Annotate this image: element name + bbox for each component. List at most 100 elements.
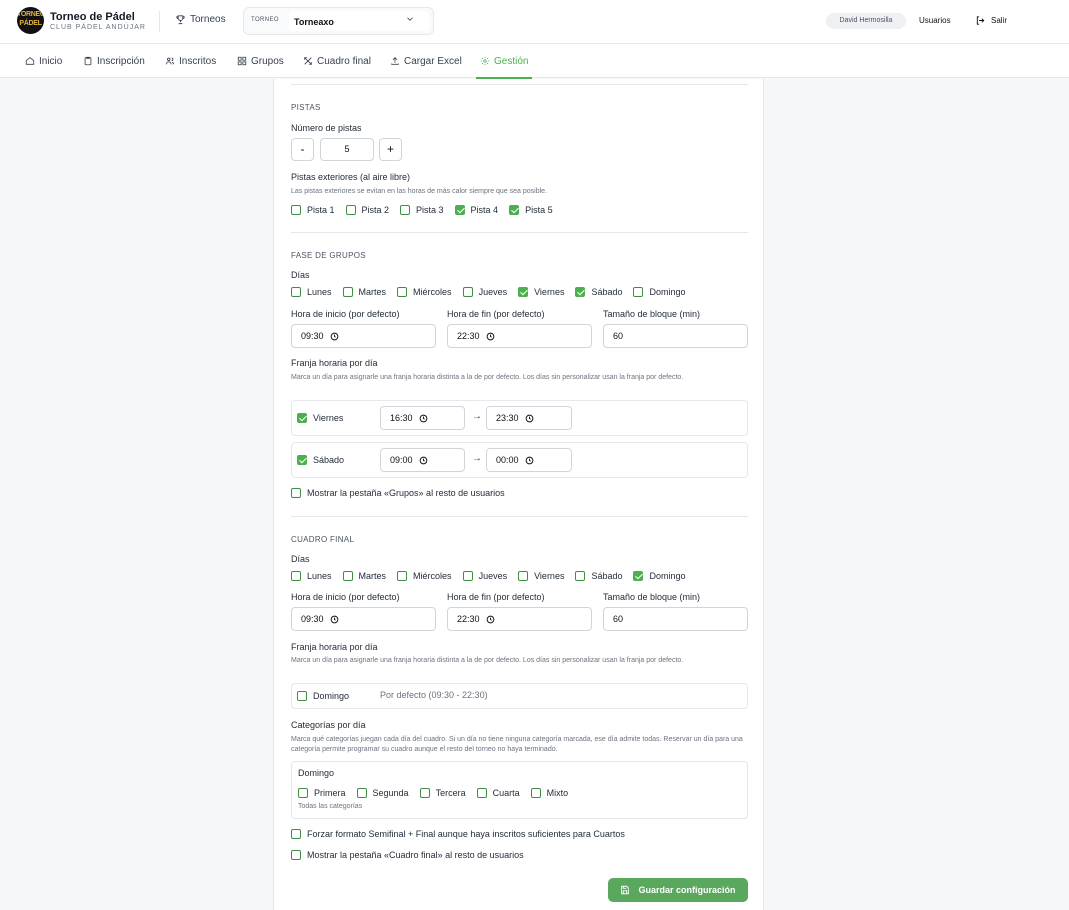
day-checkbox[interactable]: Sábado [575, 287, 622, 297]
franja-from-input[interactable]: 09:00 [380, 448, 465, 472]
franja-day-checkbox[interactable]: Viernes [297, 412, 343, 424]
tab-cuadro-final[interactable]: Cuadro final [303, 44, 371, 78]
checkbox[interactable] [291, 205, 301, 215]
clock-icon[interactable] [330, 615, 339, 624]
cuadro-bloque-input[interactable]: 60 [603, 607, 748, 631]
checkbox[interactable] [575, 287, 586, 297]
clock-icon[interactable] [419, 456, 428, 465]
brand-title: Torneo de Pádel [50, 11, 135, 23]
logout-button[interactable]: Salir [975, 15, 1007, 26]
day-checkbox[interactable]: Domingo [633, 571, 686, 581]
checkbox[interactable] [291, 850, 301, 860]
users-icon [165, 57, 175, 65]
checkbox[interactable] [462, 287, 473, 297]
checkbox[interactable] [345, 205, 356, 215]
grupos-fin-input[interactable]: 22:30 [447, 324, 592, 348]
clock-icon[interactable] [330, 332, 339, 341]
day-checkbox[interactable]: Viernes [518, 571, 564, 581]
checkbox[interactable] [291, 287, 301, 297]
checkbox[interactable] [530, 788, 541, 798]
franja-day-checkbox[interactable]: Domingo [297, 690, 349, 702]
tab-grupos[interactable]: Grupos [237, 44, 284, 78]
day-checkbox[interactable]: Martes [342, 571, 386, 581]
clipboard-icon [84, 56, 92, 66]
checkbox[interactable] [518, 287, 529, 297]
checkbox[interactable] [454, 205, 465, 215]
day-checkbox[interactable]: Miércoles [397, 571, 452, 581]
checkbox[interactable] [397, 287, 408, 297]
forzar-formato-checkbox[interactable]: Forzar formato Semifinal + Final aunque … [291, 828, 625, 840]
num-pistas-input[interactable]: 5 [320, 138, 374, 161]
day-checkbox[interactable]: Lunes [291, 571, 332, 581]
checkbox[interactable] [419, 788, 430, 798]
checkbox[interactable] [342, 571, 353, 581]
checkbox[interactable] [509, 205, 520, 215]
grupos-inicio-input[interactable]: 09:30 [291, 324, 436, 348]
cuadro-inicio-input[interactable]: 09:30 [291, 607, 436, 631]
decrement-button[interactable]: - [291, 138, 314, 161]
clock-icon[interactable] [419, 414, 428, 423]
day-checkbox[interactable]: Domingo [633, 287, 686, 297]
clock-icon[interactable] [525, 414, 534, 423]
court-checkbox[interactable]: Pista 2 [345, 205, 389, 215]
day-checkbox[interactable]: Jueves [462, 571, 507, 581]
save-config-button[interactable]: Guardar configuración [608, 878, 748, 902]
checkbox[interactable] [298, 788, 308, 798]
checkbox[interactable] [356, 788, 367, 798]
checkbox[interactable] [291, 829, 301, 839]
clock-icon[interactable] [525, 456, 534, 465]
checkbox[interactable] [575, 571, 586, 581]
increment-button[interactable]: + [379, 138, 402, 161]
checkbox[interactable] [400, 205, 411, 215]
mostrar-cuadro-checkbox[interactable]: Mostrar la pestaña «Cuadro final» al res… [291, 849, 524, 861]
checkbox[interactable] [291, 488, 301, 498]
tab-inicio[interactable]: Inicio [25, 44, 62, 78]
category-checkbox[interactable]: Segunda [356, 788, 409, 798]
club-logo[interactable]: TORNEO PÁDEL [17, 7, 44, 34]
day-checkbox[interactable]: Viernes [518, 287, 564, 297]
checkbox[interactable] [297, 413, 307, 423]
category-checkbox[interactable]: Primera [298, 788, 346, 798]
court-checkbox[interactable]: Pista 5 [509, 205, 553, 215]
franja-from-input[interactable]: 16:30 [380, 406, 465, 430]
category-checkbox[interactable]: Cuarta [476, 788, 520, 798]
checkbox[interactable] [518, 571, 529, 581]
tab-cargar-excel[interactable]: Cargar Excel [390, 44, 462, 78]
franja-row-domingo: Domingo Por defecto (09:30 - 22:30) [291, 683, 748, 709]
checkbox[interactable] [297, 455, 307, 465]
day-checkbox[interactable]: Lunes [291, 287, 332, 297]
day-checkbox[interactable]: Miércoles [397, 287, 452, 297]
grupos-bloque-input[interactable]: 60 [603, 324, 748, 348]
franja-to-input[interactable]: 00:00 [486, 448, 572, 472]
nav-torneos[interactable]: Torneos [175, 14, 226, 25]
checkbox[interactable] [397, 571, 408, 581]
court-checkbox[interactable]: Pista 3 [400, 205, 444, 215]
category-checkbox[interactable]: Tercera [419, 788, 466, 798]
day-checkbox[interactable]: Sábado [575, 571, 622, 581]
franja-day-checkbox[interactable]: Sábado [297, 454, 344, 466]
franja-to-input[interactable]: 23:30 [486, 406, 572, 430]
checkbox[interactable] [462, 571, 473, 581]
court-checkbox[interactable]: Pista 1 [291, 205, 335, 215]
tab-inscritos[interactable]: Inscritos [165, 44, 216, 78]
clock-icon[interactable] [486, 615, 495, 624]
court-checkbox[interactable]: Pista 4 [454, 205, 498, 215]
clock-icon[interactable] [486, 332, 495, 341]
day-checkbox[interactable]: Jueves [462, 287, 507, 297]
tab-inscripcion[interactable]: Inscripción [83, 44, 145, 78]
checkbox[interactable] [291, 571, 301, 581]
tab-gestion[interactable]: Gestión [475, 44, 533, 79]
category-checkbox[interactable]: Mixto [530, 788, 568, 798]
cuadro-fin-input[interactable]: 22:30 [447, 607, 592, 631]
mostrar-grupos-checkbox[interactable]: Mostrar la pestaña «Grupos» al resto de … [291, 487, 505, 499]
checkbox[interactable] [297, 691, 307, 701]
checkbox[interactable] [633, 571, 644, 581]
nav-usuarios[interactable]: Usuarios [919, 16, 951, 25]
user-badge: David Hermosilla [826, 13, 906, 29]
checkbox[interactable] [633, 287, 644, 297]
checkbox[interactable] [342, 287, 353, 297]
cuadro-inicio-label: Hora de inicio (por defecto) [291, 592, 400, 602]
checkbox[interactable] [476, 788, 487, 798]
day-checkbox[interactable]: Martes [342, 287, 386, 297]
tournament-select[interactable]: Torneaxo [289, 11, 429, 31]
